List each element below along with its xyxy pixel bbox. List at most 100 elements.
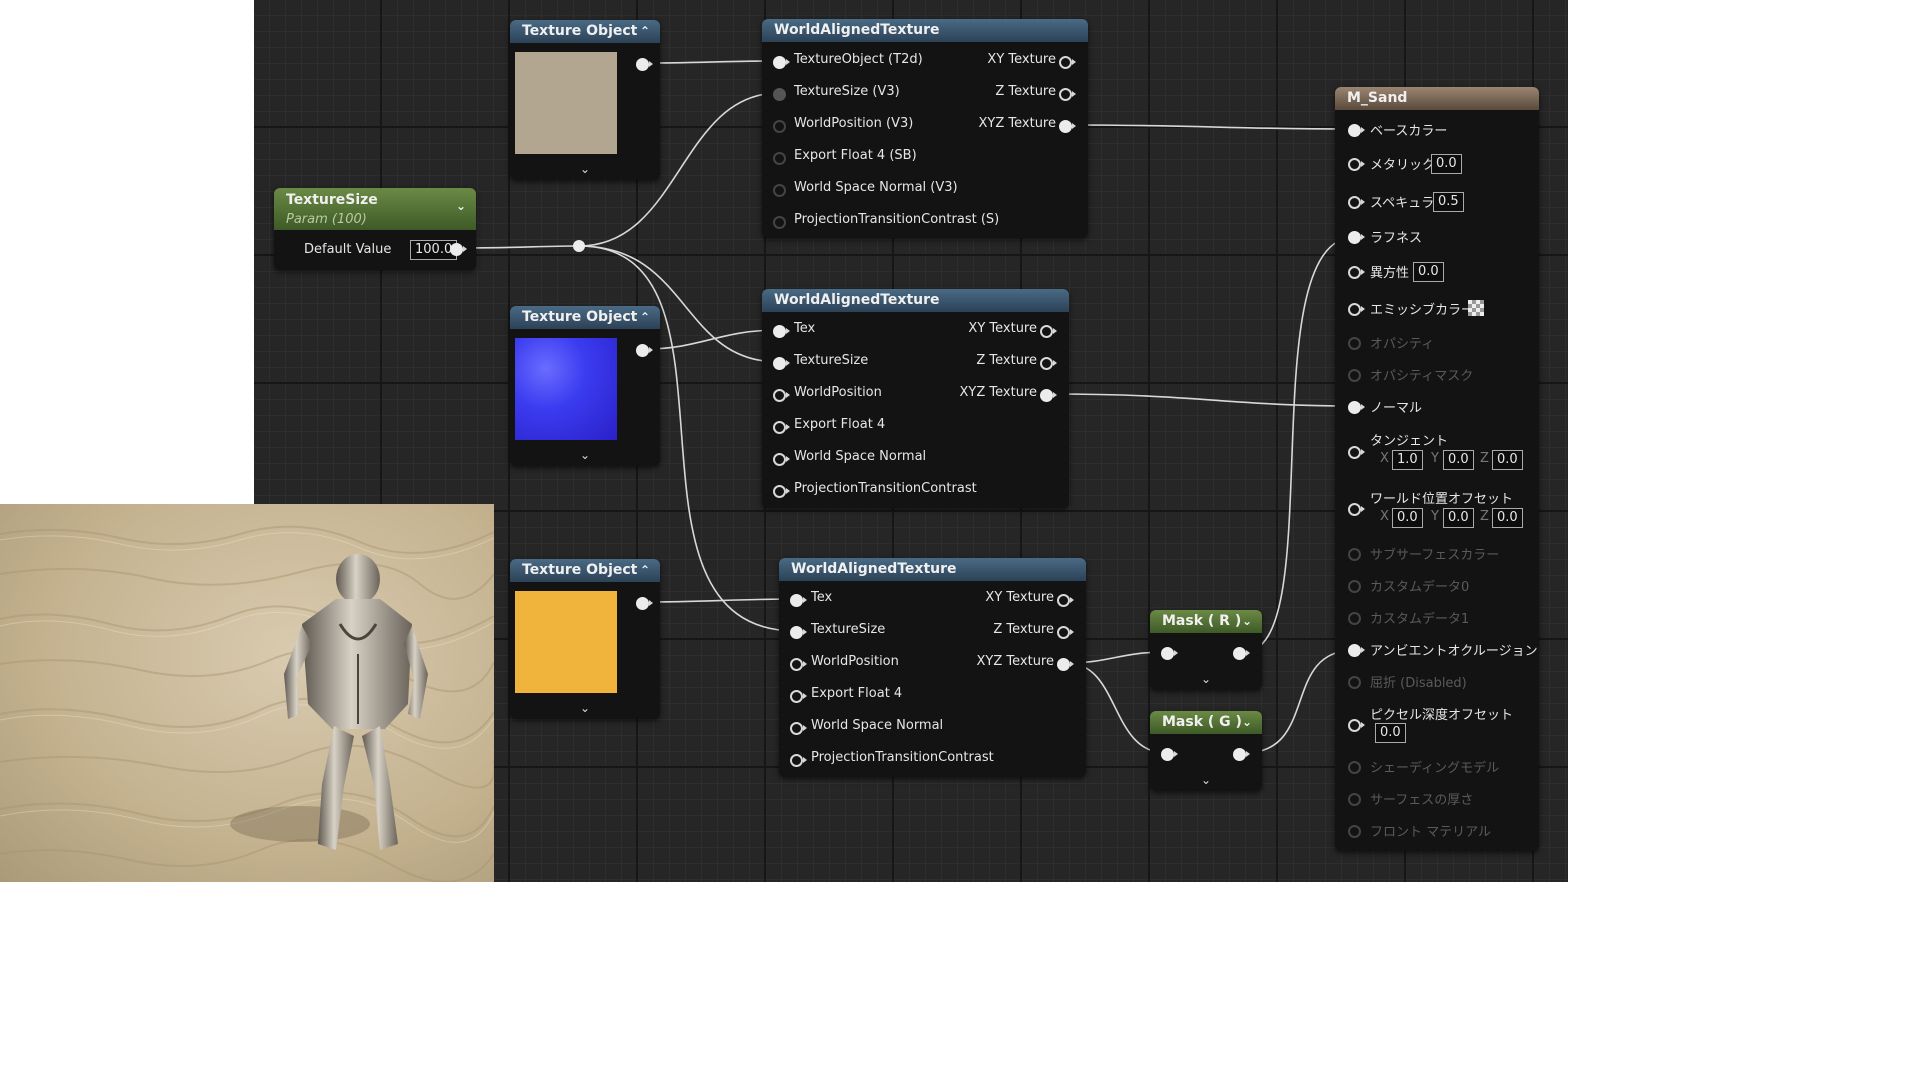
front-material-pin[interactable] bbox=[1348, 825, 1361, 838]
output-pin[interactable] bbox=[1040, 325, 1057, 338]
roughness-pin[interactable] bbox=[1348, 231, 1365, 244]
tangent-z-value[interactable]: 0.0 bbox=[1492, 450, 1523, 470]
output-pin[interactable] bbox=[636, 58, 653, 71]
output-pin[interactable] bbox=[1059, 120, 1076, 133]
input-pin[interactable] bbox=[773, 421, 790, 434]
node-header[interactable]: Texture Object ⌃ bbox=[510, 559, 660, 582]
tangent-pin[interactable] bbox=[1348, 446, 1365, 459]
node-header[interactable]: Texture Object ⌃ bbox=[510, 20, 660, 43]
output-pin[interactable] bbox=[1059, 56, 1076, 69]
collapse-icon[interactable]: ⌃ bbox=[640, 20, 650, 43]
anisotropy-pin[interactable] bbox=[1348, 266, 1365, 279]
texture-size-param-node[interactable]: TextureSize Param (100) ⌄ Default Value … bbox=[274, 188, 476, 270]
output-pin[interactable] bbox=[1059, 88, 1076, 101]
opacity-mask-pin[interactable] bbox=[1348, 369, 1361, 382]
output-pin[interactable] bbox=[1233, 647, 1250, 660]
input-pin[interactable] bbox=[773, 184, 786, 197]
pixel-depth-offset-pin[interactable] bbox=[1348, 719, 1365, 732]
metallic-value[interactable]: 0.0 bbox=[1431, 154, 1462, 174]
input-pin[interactable] bbox=[773, 325, 790, 338]
node-title[interactable]: WorldAlignedTexture bbox=[779, 558, 1086, 581]
input-pin[interactable] bbox=[1161, 748, 1178, 761]
metallic-pin[interactable] bbox=[1348, 158, 1365, 171]
output-pin[interactable] bbox=[1057, 658, 1074, 671]
output-pin[interactable] bbox=[1040, 357, 1057, 370]
base-color-pin[interactable] bbox=[1348, 124, 1365, 137]
material-result-node[interactable]: M_Sand ベースカラー メタリック 0.0 スペキュラ 0.5 ラフネス 異… bbox=[1335, 87, 1539, 851]
output-pin[interactable] bbox=[636, 597, 653, 610]
output-pin[interactable] bbox=[1233, 748, 1250, 761]
input-pin[interactable] bbox=[773, 88, 786, 101]
node-header[interactable]: Mask ( R ) ⌄ bbox=[1150, 610, 1262, 633]
input-pin[interactable] bbox=[1161, 647, 1178, 660]
collapse-icon[interactable]: ⌃ bbox=[640, 559, 650, 582]
node-header[interactable]: TextureSize Param (100) ⌄ bbox=[274, 188, 476, 230]
wpo-x-value[interactable]: 0.0 bbox=[1392, 508, 1423, 528]
output-pin[interactable] bbox=[636, 344, 653, 357]
output-pin[interactable] bbox=[1057, 626, 1074, 639]
mask-r-node[interactable]: Mask ( R ) ⌄ ⌄ bbox=[1150, 610, 1262, 690]
anisotropy-value[interactable]: 0.0 bbox=[1413, 262, 1444, 282]
input-pin[interactable] bbox=[790, 658, 807, 671]
input-pin[interactable] bbox=[773, 453, 790, 466]
material-title[interactable]: M_Sand bbox=[1335, 87, 1539, 110]
expand-icon[interactable]: ⌄ bbox=[510, 162, 660, 176]
input-pin[interactable] bbox=[790, 722, 807, 735]
input-pin[interactable] bbox=[773, 357, 790, 370]
ambient-occlusion-pin[interactable] bbox=[1348, 644, 1365, 657]
wpo-y-value[interactable]: 0.0 bbox=[1443, 508, 1474, 528]
node-title[interactable]: WorldAlignedTexture bbox=[762, 19, 1088, 42]
expand-icon[interactable]: ⌄ bbox=[1150, 672, 1262, 686]
node-title[interactable]: WorldAlignedTexture bbox=[762, 289, 1069, 312]
subsurface-pin[interactable] bbox=[1348, 548, 1361, 561]
mask-g-node[interactable]: Mask ( G ) ⌄ ⌄ bbox=[1150, 711, 1262, 791]
output-pin[interactable] bbox=[1040, 389, 1057, 402]
chevron-down-icon[interactable]: ⌄ bbox=[1242, 711, 1252, 734]
shading-model-pin[interactable] bbox=[1348, 761, 1361, 774]
output-pin[interactable] bbox=[450, 243, 467, 256]
input-pin[interactable] bbox=[773, 56, 790, 69]
opacity-pin[interactable] bbox=[1348, 337, 1361, 350]
input-pin[interactable] bbox=[790, 626, 807, 639]
input-pin[interactable] bbox=[790, 594, 807, 607]
emissive-color-swatch[interactable] bbox=[1468, 300, 1484, 316]
output-pin[interactable] bbox=[1057, 594, 1074, 607]
input-pin[interactable] bbox=[773, 120, 786, 133]
tangent-y-value[interactable]: 0.0 bbox=[1443, 450, 1474, 470]
world-aligned-texture-node-1[interactable]: WorldAlignedTexture TextureObject (T2d) … bbox=[762, 19, 1088, 238]
world-aligned-texture-node-3[interactable]: WorldAlignedTexture Tex TextureSize Worl… bbox=[779, 558, 1086, 777]
custom-data-1-pin[interactable] bbox=[1348, 612, 1361, 625]
wpo-z-value[interactable]: 0.0 bbox=[1492, 508, 1523, 528]
collapse-icon[interactable]: ⌃ bbox=[640, 306, 650, 329]
world-position-offset-pin[interactable] bbox=[1348, 503, 1365, 516]
emissive-pin[interactable] bbox=[1348, 303, 1365, 316]
chevron-down-icon[interactable]: ⌄ bbox=[1242, 610, 1252, 633]
surface-thickness-pin[interactable] bbox=[1348, 793, 1361, 806]
node-header[interactable]: Mask ( G ) ⌄ bbox=[1150, 711, 1262, 734]
expand-icon[interactable]: ⌄ bbox=[1150, 773, 1262, 787]
normal-pin[interactable] bbox=[1348, 401, 1365, 414]
custom-data-0-pin[interactable] bbox=[1348, 580, 1361, 593]
input-pin[interactable] bbox=[773, 389, 790, 402]
input-label: Tex bbox=[811, 590, 833, 605]
input-pin[interactable] bbox=[773, 216, 786, 229]
texture-object-node-3[interactable]: Texture Object ⌃ ⌄ bbox=[510, 559, 660, 719]
tangent-x-value[interactable]: 1.0 bbox=[1392, 450, 1423, 470]
input-pin[interactable] bbox=[773, 152, 786, 165]
world-aligned-texture-node-2[interactable]: WorldAlignedTexture Tex TextureSize Worl… bbox=[762, 289, 1069, 508]
input-pin[interactable] bbox=[773, 485, 790, 498]
preview-viewport[interactable] bbox=[0, 504, 494, 882]
expand-icon[interactable]: ⌄ bbox=[510, 701, 660, 715]
input-pin[interactable] bbox=[790, 690, 807, 703]
pixel-depth-offset-value[interactable]: 0.0 bbox=[1375, 723, 1406, 743]
texture-object-node-2[interactable]: Texture Object ⌃ ⌄ bbox=[510, 306, 660, 466]
specular-value[interactable]: 0.5 bbox=[1433, 192, 1464, 212]
texture-object-node-1[interactable]: Texture Object ⌃ ⌄ bbox=[510, 20, 660, 180]
tangent-label: タンジェント bbox=[1370, 434, 1449, 449]
specular-pin[interactable] bbox=[1348, 196, 1365, 209]
node-header[interactable]: Texture Object ⌃ bbox=[510, 306, 660, 329]
chevron-down-icon[interactable]: ⌄ bbox=[456, 196, 466, 216]
expand-icon[interactable]: ⌄ bbox=[510, 448, 660, 462]
input-pin[interactable] bbox=[790, 754, 807, 767]
refraction-pin[interactable] bbox=[1348, 676, 1361, 689]
